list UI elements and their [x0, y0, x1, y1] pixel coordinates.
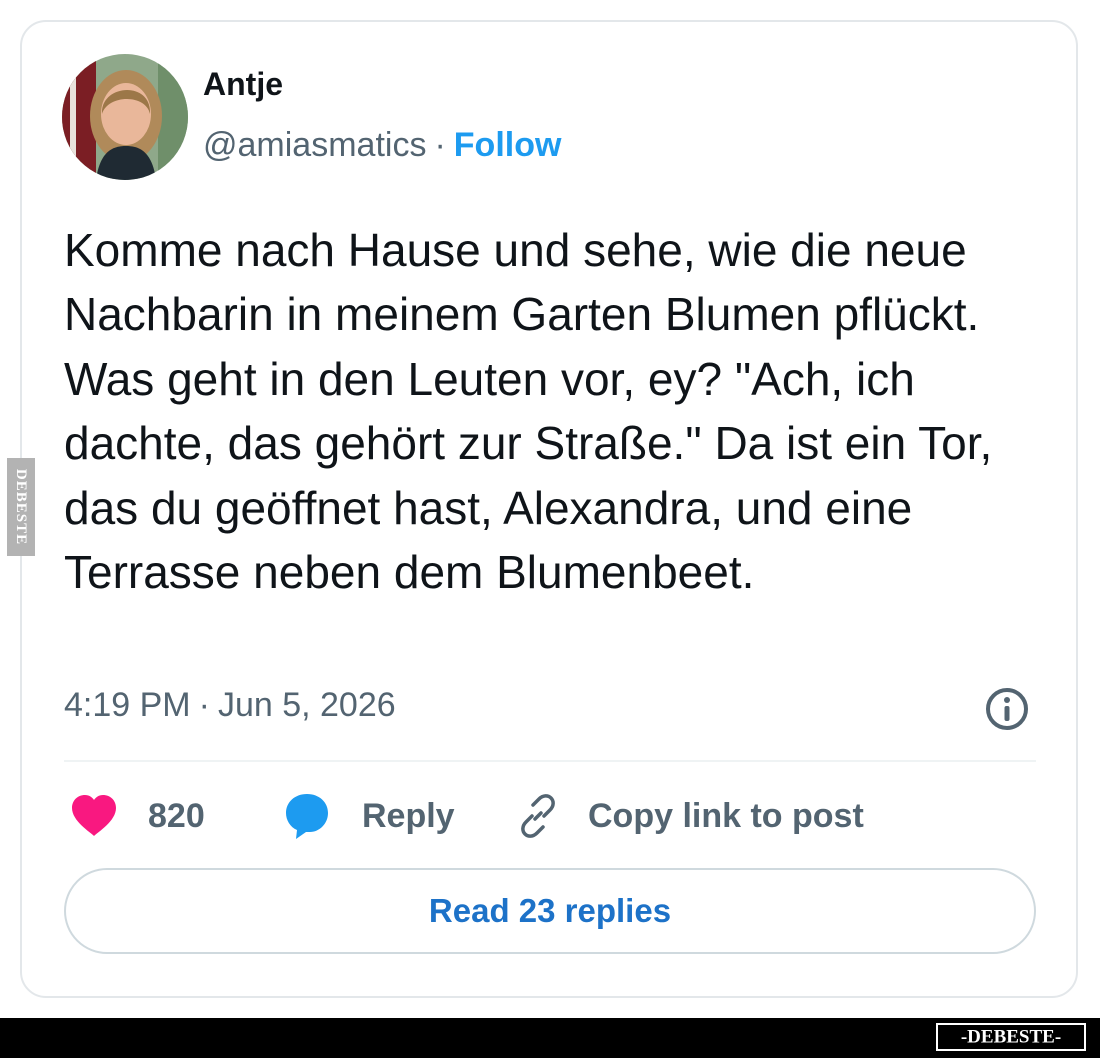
- copy-link-button[interactable]: Copy link to post: [516, 788, 864, 844]
- footer-watermark: -DEBESTE-: [936, 1023, 1086, 1051]
- link-icon: [521, 794, 555, 838]
- side-watermark: DEBESTE: [7, 458, 35, 556]
- heart-icon: [72, 795, 116, 836]
- avatar[interactable]: [62, 54, 188, 180]
- tweet-text: Komme nach Hause und sehe, wie die neue …: [64, 224, 993, 599]
- read-replies-button[interactable]: Read 23 replies: [64, 868, 1036, 954]
- separator-dot: ·: [198, 686, 210, 724]
- reply-button[interactable]: Reply: [284, 788, 455, 844]
- reply-label: Reply: [362, 796, 455, 835]
- side-watermark-text: DEBESTE: [13, 469, 29, 545]
- footer-watermark-text: -DEBESTE-: [961, 1027, 1061, 1048]
- author-handle[interactable]: @amiasmatics: [203, 126, 426, 164]
- handle-line: @amiasmatics · Follow: [203, 126, 561, 165]
- tweet-timestamp[interactable]: 4:19 PM · Jun 5, 2026: [64, 686, 396, 725]
- tweet-date: Jun 5, 2026: [217, 686, 396, 724]
- like-button[interactable]: 820: [70, 788, 205, 844]
- divider: [64, 760, 1036, 762]
- like-count: 820: [148, 796, 205, 835]
- follow-button[interactable]: Follow: [454, 126, 562, 164]
- action-bar: 820 Reply Copy link to post: [64, 788, 1044, 844]
- speech-bubble-icon: [286, 794, 328, 839]
- separator-dot: ·: [434, 126, 446, 164]
- footer-bar: -DEBESTE-: [0, 1018, 1100, 1058]
- info-icon[interactable]: [984, 686, 1030, 732]
- copy-link-label: Copy link to post: [588, 796, 864, 835]
- author-name[interactable]: Antje: [203, 66, 283, 103]
- tweet-time: 4:19 PM: [64, 686, 191, 724]
